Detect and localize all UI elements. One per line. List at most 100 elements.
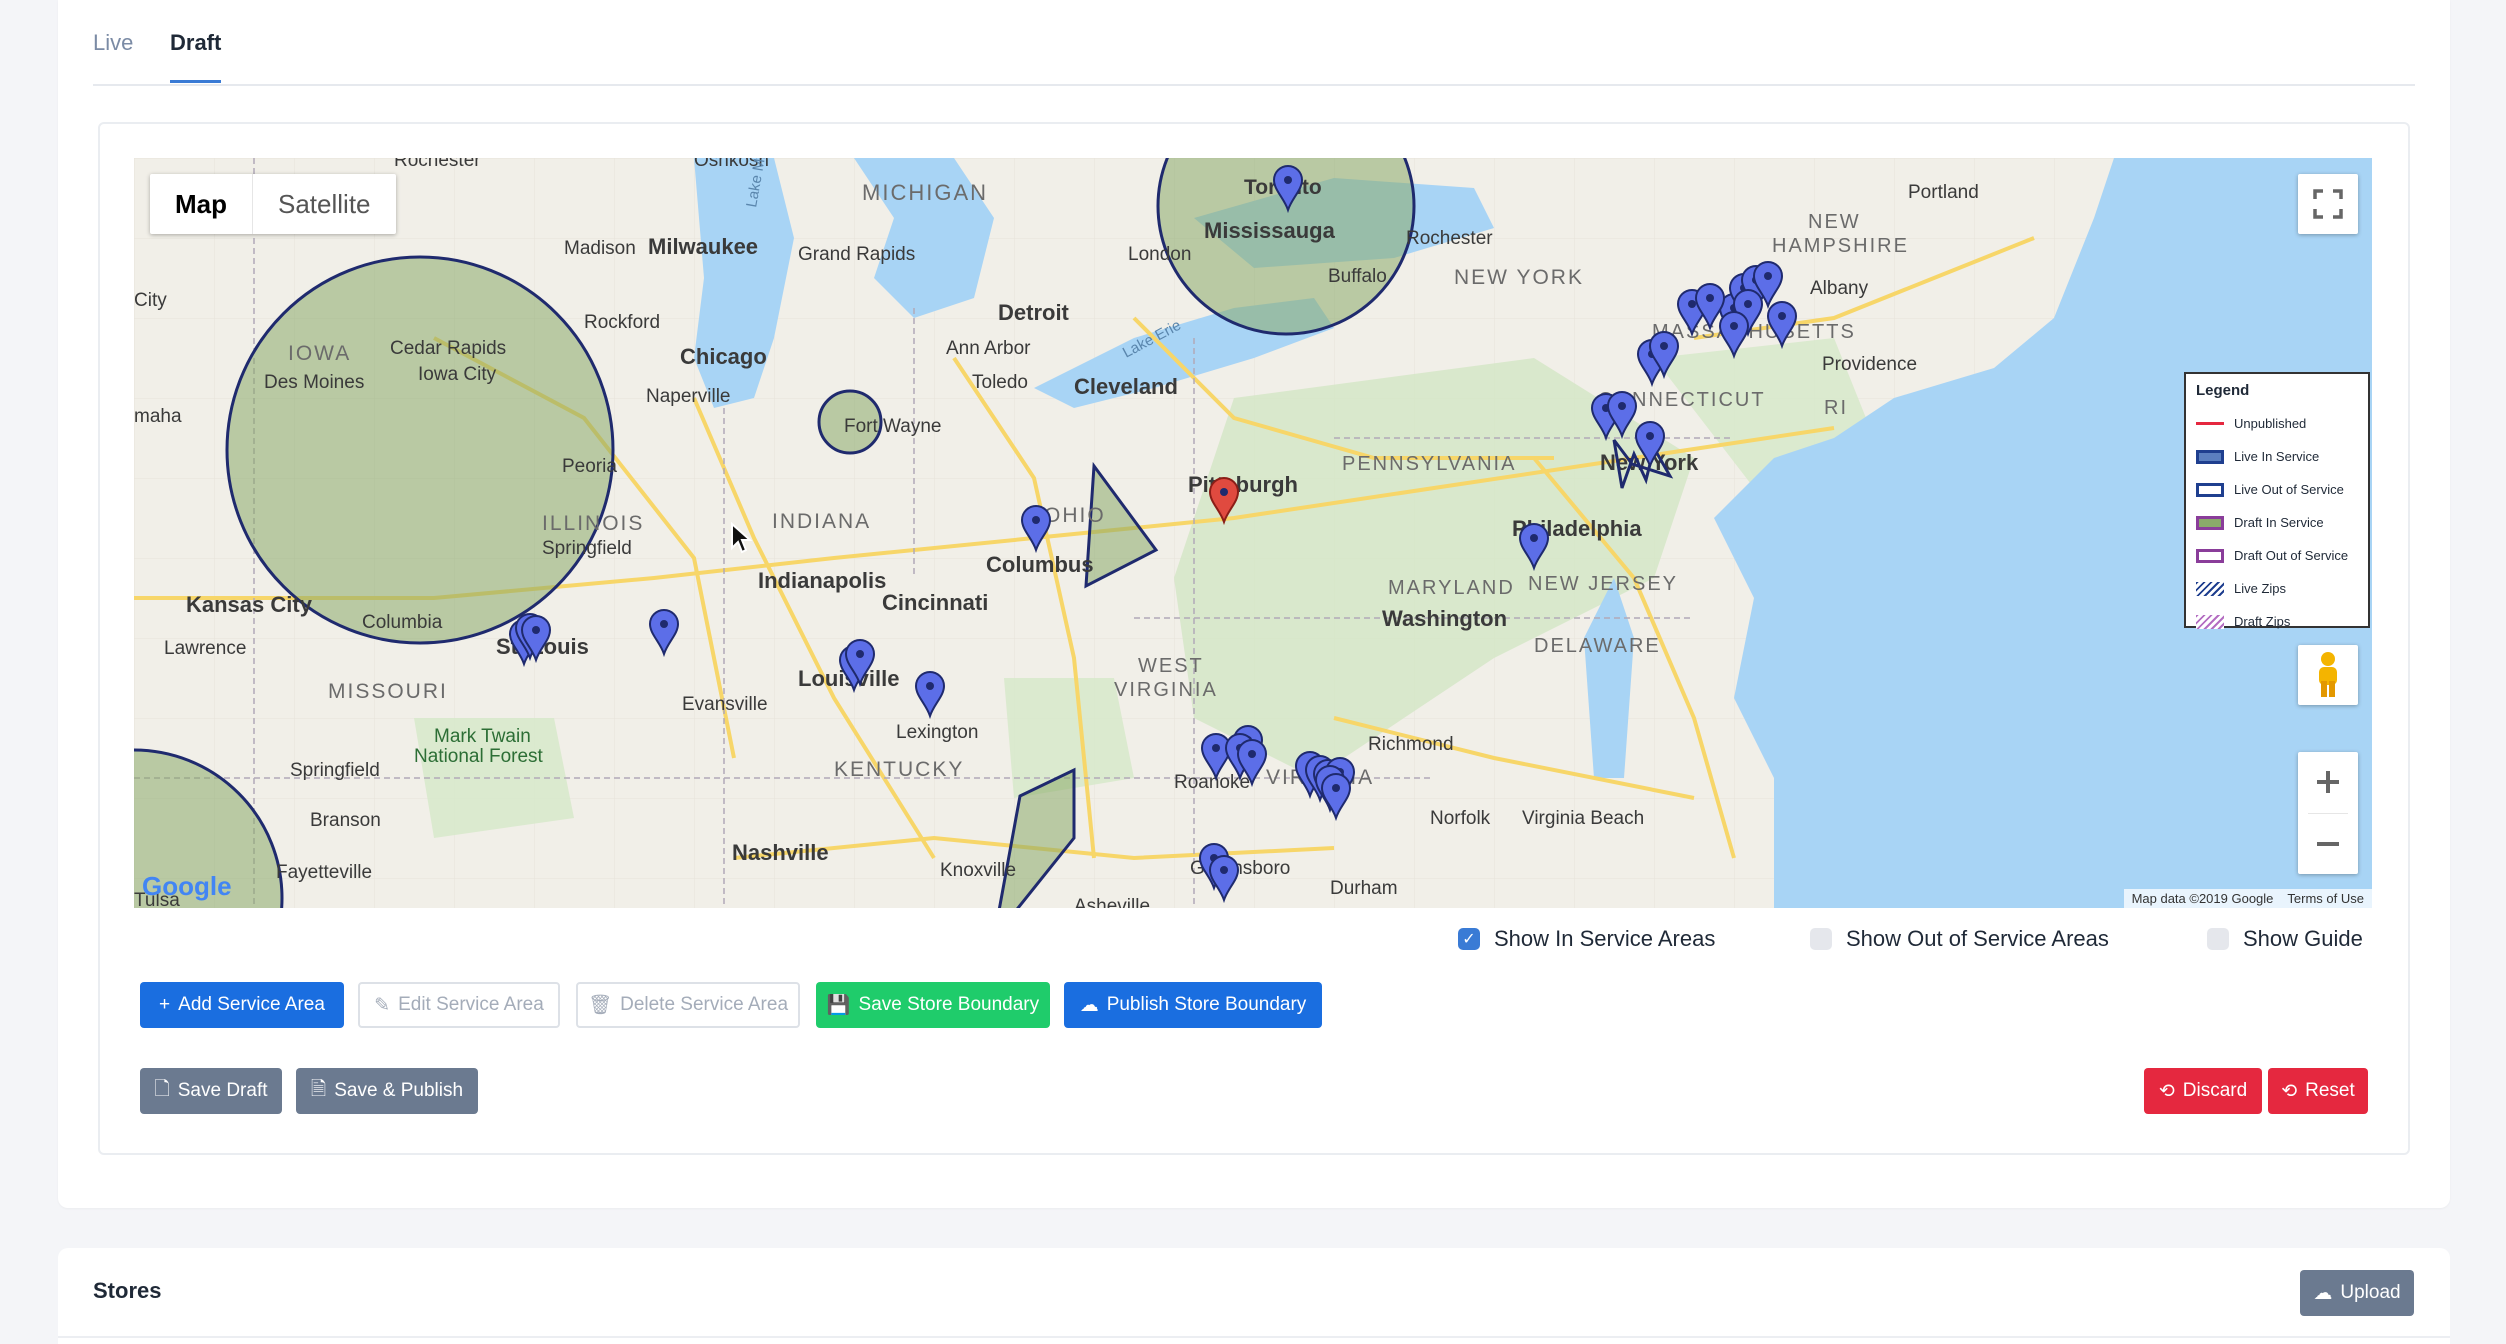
street-view-button[interactable] [2298, 645, 2358, 705]
button-label: Save Draft [177, 1080, 268, 1101]
svg-text:Fort Wayne: Fort Wayne [844, 416, 942, 437]
store-marker-dot [856, 650, 864, 658]
toggle-show-guide[interactable]: Show Guide [2207, 926, 2363, 952]
svg-text:RI: RI [1824, 397, 1848, 419]
svg-text:Nashville: Nashville [732, 840, 829, 865]
terms-of-use-link[interactable]: Terms of Use [2287, 891, 2364, 906]
svg-text:Cincinnati: Cincinnati [882, 590, 988, 615]
google-logo: Google [142, 871, 232, 902]
legend-swatch [2196, 581, 2224, 596]
map-canvas[interactable]: Rochester Oshkosh Lake Michigan MICHIGAN… [134, 158, 2372, 908]
legend-item-draft-in-service: Draft In Service [2196, 506, 2358, 539]
legend-swatch [2196, 449, 2224, 464]
svg-text:Lexington: Lexington [896, 722, 978, 743]
map-attribution: Map data ©2019 Google Terms of Use [2123, 889, 2372, 908]
tab-draft[interactable]: Draft [170, 30, 222, 83]
svg-text:Rochester: Rochester [1406, 228, 1493, 249]
save-icon: 💾 [826, 995, 851, 1016]
svg-text:INDIANA: INDIANA [772, 510, 871, 533]
store-marker-dot [1032, 516, 1040, 524]
svg-text:Cleveland: Cleveland [1074, 374, 1178, 399]
toggle-label: Show In Service Areas [1494, 926, 1716, 951]
svg-text:OHIO: OHIO [1044, 504, 1106, 527]
toggle-label: Show Guide [2243, 926, 2363, 951]
svg-text:Branson: Branson [310, 810, 381, 831]
checkbox-checked-icon[interactable]: ✓ [1458, 928, 1480, 950]
fullscreen-icon [2313, 189, 2343, 219]
pegman-icon [2319, 652, 2337, 697]
svg-text:Portland: Portland [1908, 182, 1979, 203]
stores-divider [58, 1336, 2450, 1338]
legend-swatch [2196, 515, 2224, 530]
zoom-control [2298, 752, 2358, 874]
store-marker-dot [1220, 488, 1228, 496]
svg-text:National Forest: National Forest [414, 746, 544, 767]
refresh-icon: ⟲ [2281, 1080, 2298, 1102]
store-marker-dot [1688, 300, 1696, 308]
publish-store-boundary-button[interactable]: ☁ Publish Store Boundary [1064, 982, 1322, 1028]
legend-label: Unpublished [2234, 416, 2307, 431]
toggle-label: Show Out of Service Areas [1846, 926, 2109, 951]
edit-service-area-button[interactable]: ✎ Edit Service Area [358, 982, 560, 1028]
delete-service-area-button[interactable]: 🗑 Delete Service Area [576, 982, 800, 1028]
svg-text:Springfield: Springfield [542, 538, 632, 559]
toggle-show-in-service[interactable]: ✓ Show In Service Areas [1458, 926, 1715, 952]
svg-text:IOWA: IOWA [288, 342, 351, 365]
plus-icon [2317, 771, 2339, 794]
map-type-satellite-button[interactable]: Satellite [253, 174, 396, 234]
map-type-map-button[interactable]: Map [150, 174, 253, 234]
discard-button[interactable]: ⟲ Discard [2144, 1068, 2262, 1114]
svg-text:NEW: NEW [1808, 211, 1861, 233]
button-label: Delete Service Area [620, 994, 789, 1015]
plus-icon: + [159, 994, 171, 1015]
svg-text:Chicago: Chicago [680, 344, 767, 369]
legend-swatch [2196, 482, 2224, 497]
svg-text:London: London [1128, 244, 1191, 265]
refresh-icon: ⟲ [2158, 1080, 2175, 1102]
svg-text:Madison: Madison [564, 238, 636, 259]
store-marker-dot [1646, 432, 1654, 440]
file-text-icon: 🗎 [310, 1079, 327, 1100]
fullscreen-button[interactable] [2298, 174, 2358, 234]
zoom-in-button[interactable] [2298, 752, 2358, 813]
save-and-publish-button[interactable]: 🗎 Save & Publish [296, 1068, 478, 1114]
store-marker-dot [660, 620, 668, 628]
minus-icon [2317, 841, 2339, 846]
legend-item-live-zips: Live Zips [2196, 572, 2358, 605]
legend-swatch [2196, 614, 2224, 629]
map-view[interactable]: Rochester Oshkosh Lake Michigan MICHIGAN… [134, 158, 2372, 908]
svg-text:Milwaukee: Milwaukee [648, 234, 758, 259]
button-label: Discard [2182, 1080, 2248, 1101]
save-draft-button[interactable]: 🗋 Save Draft [140, 1068, 282, 1114]
save-store-boundary-button[interactable]: 💾 Save Store Boundary [816, 982, 1050, 1028]
upload-button[interactable]: ☁ Upload [2300, 1270, 2414, 1316]
svg-text:MISSOURI: MISSOURI [328, 680, 448, 703]
add-service-area-button[interactable]: + Add Service Area [140, 982, 344, 1028]
store-marker-dot [532, 626, 540, 634]
svg-text:Columbus: Columbus [986, 552, 1094, 577]
svg-text:Detroit: Detroit [998, 300, 1070, 325]
zoom-out-button[interactable] [2298, 813, 2358, 874]
checkbox-unchecked-icon[interactable] [2207, 928, 2229, 950]
svg-text:Des Moines: Des Moines [264, 372, 364, 393]
checkbox-unchecked-icon[interactable] [1810, 928, 1832, 950]
stores-card: Stores ☁ Upload [58, 1248, 2450, 1344]
store-marker-dot [1212, 744, 1220, 752]
legend-label: Live Out of Service [2234, 482, 2344, 497]
tab-live[interactable]: Live [93, 30, 133, 56]
svg-text:WEST: WEST [1138, 655, 1204, 677]
toggle-show-out-of-service[interactable]: Show Out of Service Areas [1810, 926, 2109, 952]
svg-text:Pittsburgh: Pittsburgh [1188, 472, 1298, 497]
button-label: Reset [2305, 1080, 2355, 1101]
trash-icon: 🗑 [587, 995, 613, 1016]
map-data-credit: Map data ©2019 Google [2131, 891, 2274, 906]
svg-text:Virginia Beach: Virginia Beach [1522, 808, 1644, 829]
svg-text:Mississauga: Mississauga [1204, 218, 1336, 243]
svg-text:Kansas City: Kansas City [186, 592, 313, 617]
legend-label: Draft Zips [2234, 614, 2291, 629]
reset-button[interactable]: ⟲ Reset [2268, 1068, 2368, 1114]
tab-bar: Live Draft [93, 0, 2415, 86]
svg-text:Albany: Albany [1810, 278, 1869, 299]
svg-text:MASSACHUSETTS: MASSACHUSETTS [1652, 321, 1856, 343]
store-marker-dot [1730, 322, 1738, 330]
